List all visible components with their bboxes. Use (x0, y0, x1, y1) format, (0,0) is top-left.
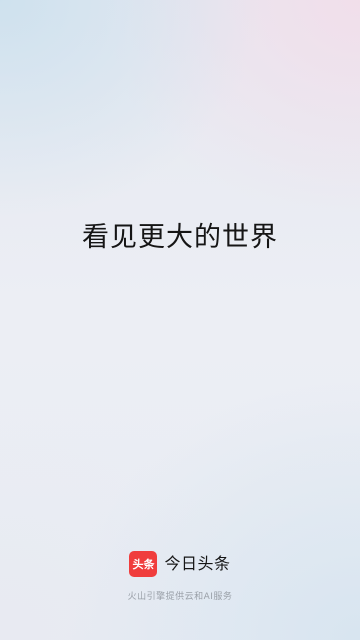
powered-by-text: 火山引擎提供云和AI服务 (127, 592, 233, 602)
app-name: 今日头条 (164, 554, 231, 573)
brand-lockup: 头条 今日头条 (0, 551, 360, 577)
app-logo-icon: 头条 (129, 551, 158, 577)
splash-screen: 看见更大的世界 头条 今日头条 火山引擎提供云和AI服务 (0, 0, 360, 640)
slogan-text: 看见更大的世界 (82, 222, 278, 253)
